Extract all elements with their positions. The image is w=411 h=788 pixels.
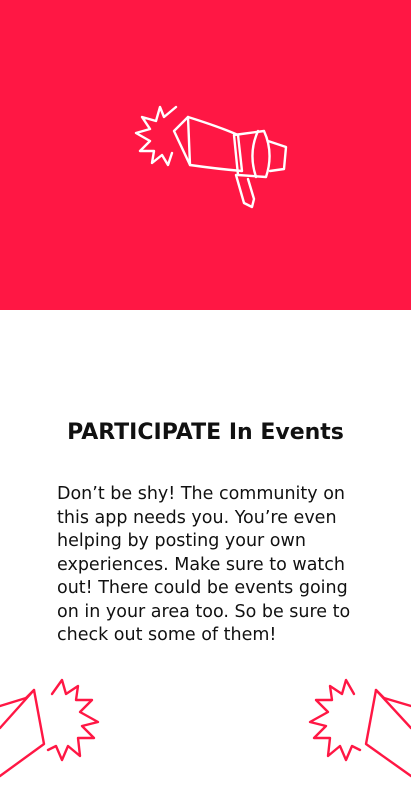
megaphone-icon bbox=[134, 105, 288, 209]
description-text: Don’t be shy! The community on this app … bbox=[57, 484, 351, 645]
hero-banner bbox=[0, 0, 411, 310]
megaphone-icon bbox=[0, 678, 100, 778]
megaphone-icon bbox=[308, 678, 411, 778]
page-title: PARTICIPATE In Events bbox=[67, 420, 344, 445]
